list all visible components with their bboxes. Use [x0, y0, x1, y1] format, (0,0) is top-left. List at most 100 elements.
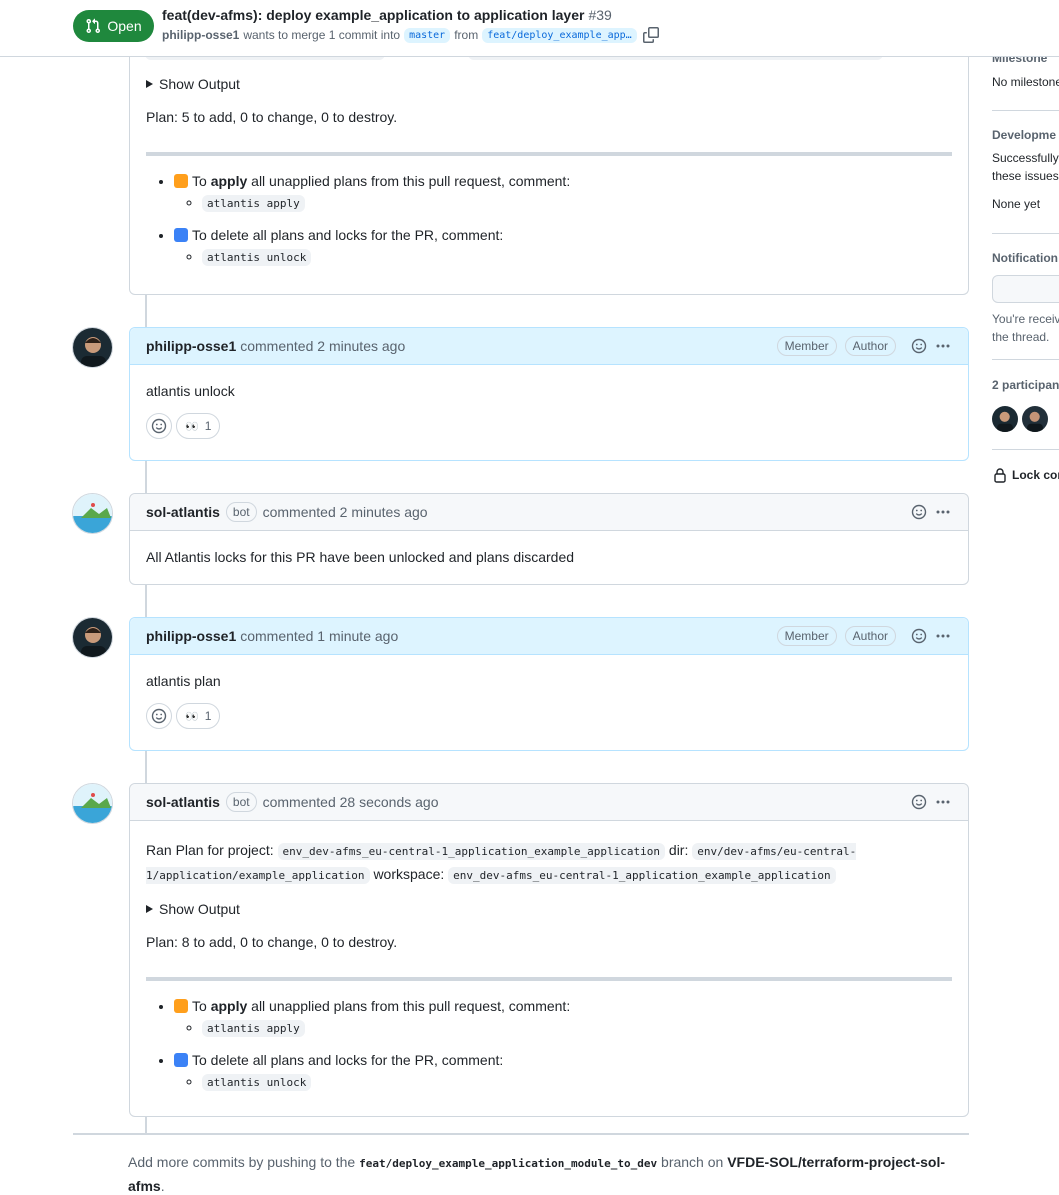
- smiley-icon[interactable]: [910, 337, 928, 355]
- apply-pre-text: To: [192, 173, 207, 189]
- author-badge: Author: [844, 336, 896, 356]
- participants-title: 2 participan: [992, 378, 1059, 392]
- eyes-reaction-button[interactable]: 👀 1: [176, 413, 221, 439]
- dir-text: dir:: [668, 842, 689, 858]
- apply-post-text: all unapplied plans from this pull reque…: [251, 998, 571, 1014]
- add-reaction-button[interactable]: [146, 703, 172, 729]
- add-reaction-button[interactable]: [146, 413, 172, 439]
- comment-action: commented: [262, 504, 336, 520]
- caret-right-icon: [146, 905, 153, 913]
- development-text-1: Successfully: [992, 151, 1059, 165]
- apply-instruction: To apply all unapplied plans from this p…: [174, 995, 952, 1039]
- base-branch-label[interactable]: master: [404, 27, 451, 43]
- milestone-value: No milestone: [992, 75, 1059, 89]
- show-output-label: Show Output: [159, 901, 240, 917]
- bot-badge: bot: [225, 792, 257, 812]
- comment-time[interactable]: 28 seconds ago: [340, 794, 439, 810]
- apply-command: atlantis apply: [202, 1020, 305, 1037]
- from-text: from: [454, 28, 479, 42]
- pr-meta: philipp-osse1 wants to merge 1 commit in…: [162, 27, 659, 43]
- put-litter-icon: [174, 228, 188, 242]
- comment-header: sol-atlantis bot commented 28 seconds ag…: [130, 784, 968, 821]
- kebab-horizontal-icon[interactable]: [934, 627, 952, 645]
- divider: [992, 233, 1059, 234]
- lock-label: Lock cor: [1012, 468, 1059, 482]
- bot-avatar[interactable]: [72, 493, 113, 534]
- comment-time[interactable]: 2 minutes ago: [317, 338, 405, 354]
- bot-avatar[interactable]: [72, 783, 113, 824]
- put-litter-icon: [174, 1053, 188, 1067]
- author-badge: Author: [844, 626, 896, 646]
- comment-header: philipp-osse1 commented 2 minutes ago Me…: [130, 328, 968, 365]
- comment-card: philipp-osse1 commented 1 minute ago Mem…: [129, 617, 969, 751]
- plan-summary: Plan: 8 to add, 0 to change, 0 to destro…: [146, 934, 398, 950]
- apply-post-text: all unapplied plans from this pull reque…: [251, 173, 571, 189]
- avatar[interactable]: [72, 617, 113, 658]
- copy-icon[interactable]: [642, 27, 659, 43]
- comment-time[interactable]: 2 minutes ago: [340, 504, 428, 520]
- subscribe-button[interactable]: [992, 275, 1059, 303]
- participant-avatar[interactable]: [1022, 406, 1048, 432]
- kebab-horizontal-icon[interactable]: [934, 793, 952, 811]
- comment-author[interactable]: philipp-osse1: [146, 628, 236, 644]
- unlock-command: atlantis unlock: [202, 249, 312, 266]
- apply-bold: apply: [210, 173, 248, 189]
- atlantis-plan-comment-partial: Show Output Plan: 5 to add, 0 to change,…: [129, 20, 969, 295]
- pr-title: feat(dev-afms): deploy example_applicati…: [162, 7, 612, 23]
- kebab-horizontal-icon[interactable]: [934, 503, 952, 521]
- comment-card: philipp-osse1 commented 2 minutes ago Me…: [129, 327, 969, 461]
- head-branch-label[interactable]: feat/deploy_example_app…: [482, 27, 637, 43]
- comment-action: commented: [240, 628, 314, 644]
- notifications-text-2: the thread.: [992, 330, 1050, 344]
- smiley-icon[interactable]: [910, 503, 928, 521]
- comment-body: atlantis unlock: [146, 383, 235, 399]
- lock-icon: [994, 468, 1006, 483]
- show-output-toggle[interactable]: Show Output: [146, 901, 952, 917]
- member-badge: Member: [776, 336, 837, 356]
- plan-summary: Plan: 5 to add, 0 to change, 0 to destro…: [146, 109, 398, 125]
- avatar[interactable]: [72, 327, 113, 368]
- comment-author[interactable]: philipp-osse1: [146, 338, 236, 354]
- timeline-end-rule: [73, 1133, 969, 1135]
- smiley-icon[interactable]: [910, 627, 928, 645]
- notifications-section: Notification You're receiv the thread.: [992, 251, 1059, 346]
- participants-section: 2 participan: [992, 378, 1059, 432]
- fast-forward-icon: [174, 174, 188, 188]
- caret-right-icon: [146, 80, 153, 88]
- pr-author-link[interactable]: philipp-osse1: [162, 28, 239, 42]
- smiley-icon[interactable]: [910, 793, 928, 811]
- show-output-toggle[interactable]: Show Output: [146, 76, 952, 92]
- bot-badge: bot: [225, 502, 257, 522]
- comment-action: commented: [240, 338, 314, 354]
- apply-bold: apply: [210, 998, 248, 1014]
- footer-branch[interactable]: feat/deploy_example_application_module_t…: [359, 1157, 657, 1170]
- pr-state-badge: Open: [73, 10, 154, 42]
- workspace-name: env_dev-afms_eu-central-1_application_ex…: [448, 867, 836, 884]
- divider: [992, 110, 1059, 111]
- comment-author[interactable]: sol-atlantis: [146, 794, 220, 810]
- unlock-command: atlantis unlock: [202, 1074, 312, 1091]
- reaction-count: 1: [204, 709, 212, 723]
- eyes-reaction-button[interactable]: 👀 1: [176, 703, 221, 729]
- reaction-count: 1: [204, 419, 212, 433]
- sticky-pr-header: Open feat(dev-afms): deploy example_appl…: [0, 0, 1059, 57]
- show-output-label: Show Output: [159, 76, 240, 92]
- merge-text: wants to merge 1 commit into: [243, 28, 401, 42]
- apply-pre-text: To: [192, 998, 207, 1014]
- comment-card: sol-atlantis bot commented 28 seconds ag…: [129, 783, 969, 1117]
- comment-time[interactable]: 1 minute ago: [317, 628, 398, 644]
- lock-conversation-button[interactable]: Lock cor: [992, 466, 1059, 484]
- project-name: env_dev-afms_eu-central-1_application_ex…: [277, 843, 666, 860]
- kebab-horizontal-icon[interactable]: [934, 337, 952, 355]
- eyes-icon: 👀: [185, 420, 199, 433]
- comment-action: commented: [262, 794, 336, 810]
- development-none: None yet: [992, 197, 1041, 211]
- development-title[interactable]: Developme: [992, 128, 1059, 142]
- footer-mid-text: branch on: [661, 1154, 724, 1170]
- comment-header: philipp-osse1 commented 1 minute ago Mem…: [130, 618, 968, 655]
- participant-avatar[interactable]: [992, 406, 1018, 432]
- comment-author[interactable]: sol-atlantis: [146, 504, 220, 520]
- divider: [992, 359, 1059, 360]
- pr-title-text: feat(dev-afms): deploy example_applicati…: [162, 7, 585, 23]
- milestone-section: Milestone No milestone: [992, 51, 1059, 91]
